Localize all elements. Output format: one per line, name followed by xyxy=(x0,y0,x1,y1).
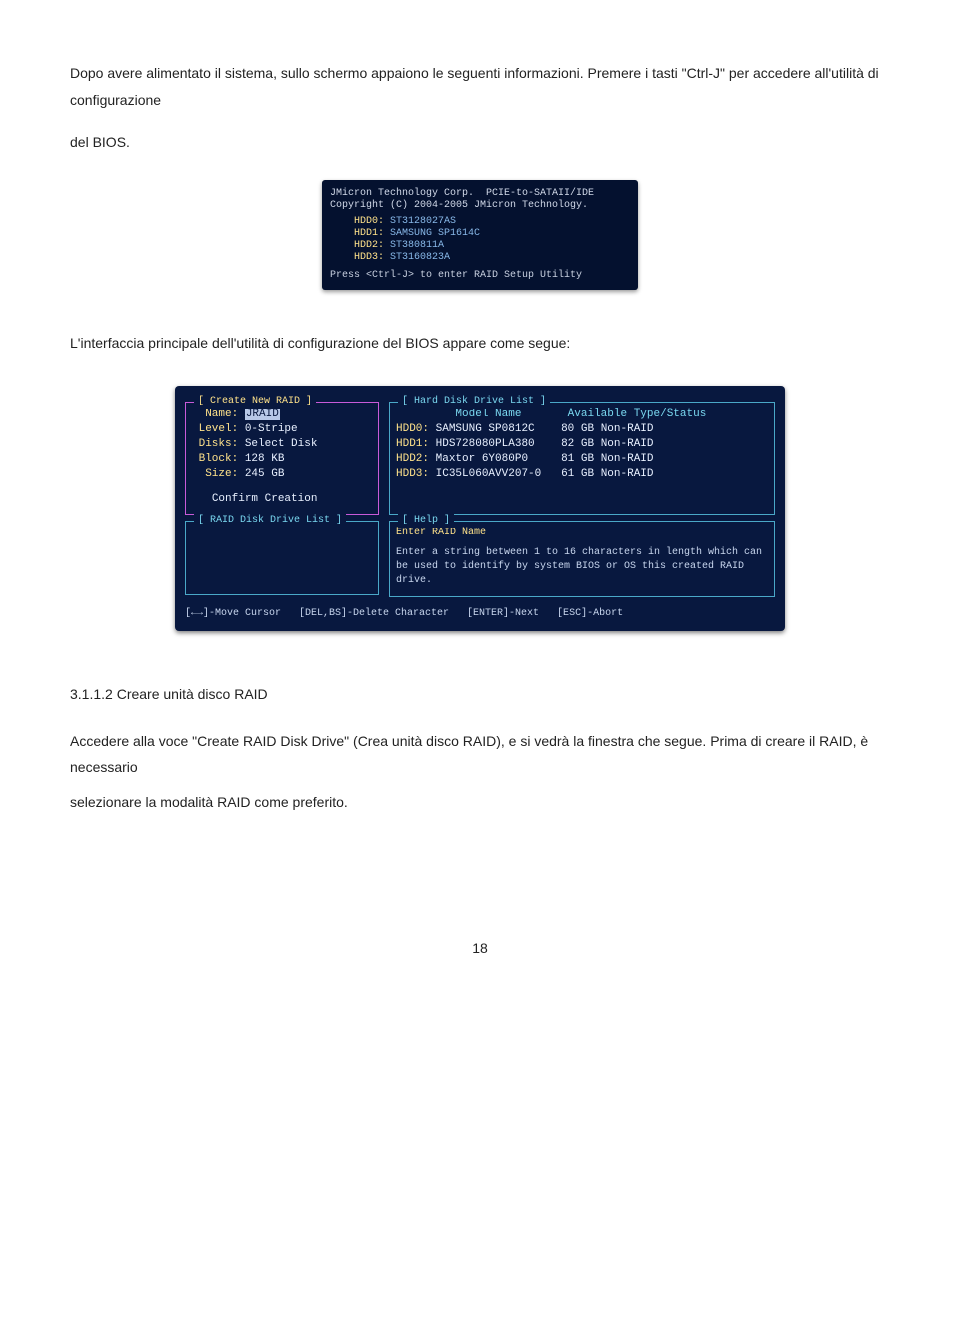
create-new-raid-panel: [ Create New RAID ] Name: JRAID Level: 0… xyxy=(185,402,379,515)
create-confirm: Confirm Creation xyxy=(212,493,318,505)
hdd-row-1: HDD1: HDS728080PLA380 82 GB Non-RAID xyxy=(396,437,768,452)
create-panel-title: [ Create New RAID ] xyxy=(194,395,316,409)
shot1-hdd2-label: HDD2: xyxy=(354,240,384,251)
create-block-label: Block: xyxy=(199,453,239,465)
create-level-value: 0-Stripe xyxy=(245,423,298,435)
bios-utility-screenshot: [ Create New RAID ] Name: JRAID Level: 0… xyxy=(70,386,890,631)
outro-line-1: Accedere alla voce "Create RAID Disk Dri… xyxy=(70,728,890,781)
bios-boot-screenshot: JMicron Technology Corp. PCIE-to-SATAII/… xyxy=(70,180,890,290)
outro-line-2: selezionare la modalità RAID come prefer… xyxy=(70,789,890,816)
shot2-footer-hints: [←→]-Move Cursor [DEL,BS]-Delete Charact… xyxy=(185,607,775,621)
shot1-hdd3-value: ST3160823A xyxy=(390,252,450,263)
shot1-hdd1: HDD1: SAMSUNG SP1614C xyxy=(330,228,630,240)
create-block-value: 128 KB xyxy=(245,453,285,465)
shot1-hdd3-label: HDD3: xyxy=(354,252,384,263)
hdd-col-avail: Available xyxy=(568,408,627,420)
create-name-label: Name: xyxy=(205,408,238,420)
help-body: Enter a string between 1 to 16 character… xyxy=(396,547,762,586)
page-number: 18 xyxy=(70,935,890,962)
create-name-value: JRAID xyxy=(245,408,280,420)
shot1-header-1: JMicron Technology Corp. PCIE-to-SATAII/… xyxy=(330,188,630,200)
raid-list-title: [ RAID Disk Drive List ] xyxy=(194,514,346,528)
hdd-row-0: HDD0: SAMSUNG SP0812C 80 GB Non-RAID xyxy=(396,422,768,437)
create-disks-value: Select Disk xyxy=(245,438,318,450)
shot1-hdd1-label: HDD1: xyxy=(354,228,384,239)
hdd-list-title: [ Hard Disk Drive List ] xyxy=(398,395,550,409)
hdd-row-3: HDD3: IC35L060AVV207-0 61 GB Non-RAID xyxy=(396,467,768,482)
create-size-label: Size: xyxy=(205,468,238,480)
hdd-col-type: Type/Status xyxy=(634,408,707,420)
help-heading: Enter RAID Name xyxy=(396,526,768,540)
intro-line-1: Dopo avere alimentato il sistema, sullo … xyxy=(70,65,879,108)
shot1-hdd2-value: ST380811A xyxy=(390,240,444,251)
shot1-hdd0-value: ST3128027AS xyxy=(390,216,456,227)
help-title: [ Help ] xyxy=(398,514,454,528)
help-panel: [ Help ] Enter RAID Name Enter a string … xyxy=(389,521,775,597)
hdd-col-model: Model Name xyxy=(455,408,521,420)
shot1-hdd0-label: HDD0: xyxy=(354,216,384,227)
shot1-prompt: Press <Ctrl-J> to enter RAID Setup Utili… xyxy=(330,270,630,282)
mid-paragraph: L'interfaccia principale dell'utilità di… xyxy=(70,330,890,357)
raid-disk-list-panel: [ RAID Disk Drive List ] xyxy=(185,521,379,595)
intro-paragraph: Dopo avere alimentato il sistema, sullo … xyxy=(70,60,890,113)
hdd-list-panel: [ Hard Disk Drive List ] Model Name Avai… xyxy=(389,402,775,515)
intro-line-2: del BIOS. xyxy=(70,129,890,156)
create-disks-label: Disks: xyxy=(199,438,239,450)
section-heading-3-1-1-2: 3.1.1.2 Creare unità disco RAID xyxy=(70,681,890,708)
hdd-row-2: HDD2: Maxtor 6Y080P0 81 GB Non-RAID xyxy=(396,452,768,467)
shot1-header-2: Copyright (C) 2004-2005 JMicron Technolo… xyxy=(330,200,630,212)
shot1-hdd3: HDD3: ST3160823A xyxy=(330,252,630,264)
create-size-value: 245 GB xyxy=(245,468,285,480)
create-level-label: Level: xyxy=(199,423,239,435)
shot1-hdd2: HDD2: ST380811A xyxy=(330,240,630,252)
shot1-hdd0: HDD0: ST3128027AS xyxy=(330,216,630,228)
shot1-hdd1-value: SAMSUNG SP1614C xyxy=(390,228,480,239)
